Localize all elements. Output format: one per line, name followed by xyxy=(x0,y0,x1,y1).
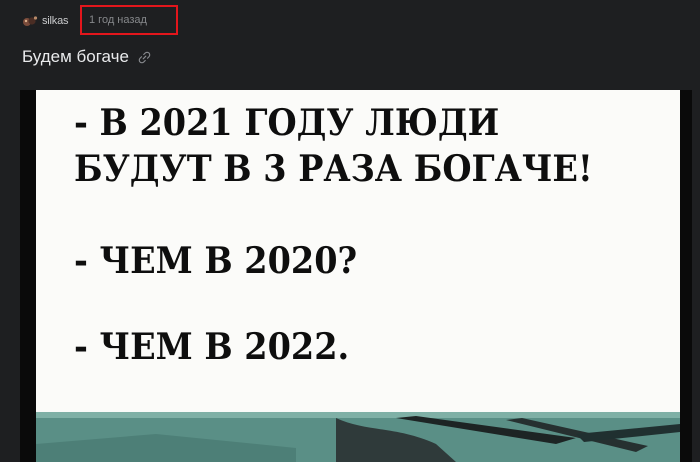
avatar[interactable] xyxy=(22,14,38,28)
post-header: silkas 1 год назад Будем богаче xyxy=(0,0,700,90)
post-title[interactable]: Будем богаче xyxy=(22,47,129,67)
meme-line-2: БУДУТ В 3 РАЗА БОГАЧЕ! xyxy=(74,148,593,190)
meme-line-1: - В 2021 ГОДУ ЛЮДИ xyxy=(74,102,500,144)
link-icon[interactable] xyxy=(138,50,152,64)
meme-illustration xyxy=(36,404,680,462)
post-time-highlight: 1 год назад xyxy=(80,5,178,35)
author-name[interactable]: silkas xyxy=(42,15,69,27)
post-time[interactable]: 1 год назад xyxy=(89,14,147,26)
meme-card: - В 2021 ГОДУ ЛЮДИ БУДУТ В 3 РАЗА БОГАЧЕ… xyxy=(36,90,680,462)
post-title-row: Будем богаче xyxy=(22,47,152,67)
author-row[interactable]: silkas xyxy=(22,10,69,32)
meme-line-3: - ЧЕМ В 2020? xyxy=(74,240,358,282)
post-image[interactable]: - В 2021 ГОДУ ЛЮДИ БУДУТ В 3 РАЗА БОГАЧЕ… xyxy=(20,90,692,462)
avatar-icon xyxy=(23,16,38,26)
meme-line-4: - ЧЕМ В 2022. xyxy=(74,326,350,368)
